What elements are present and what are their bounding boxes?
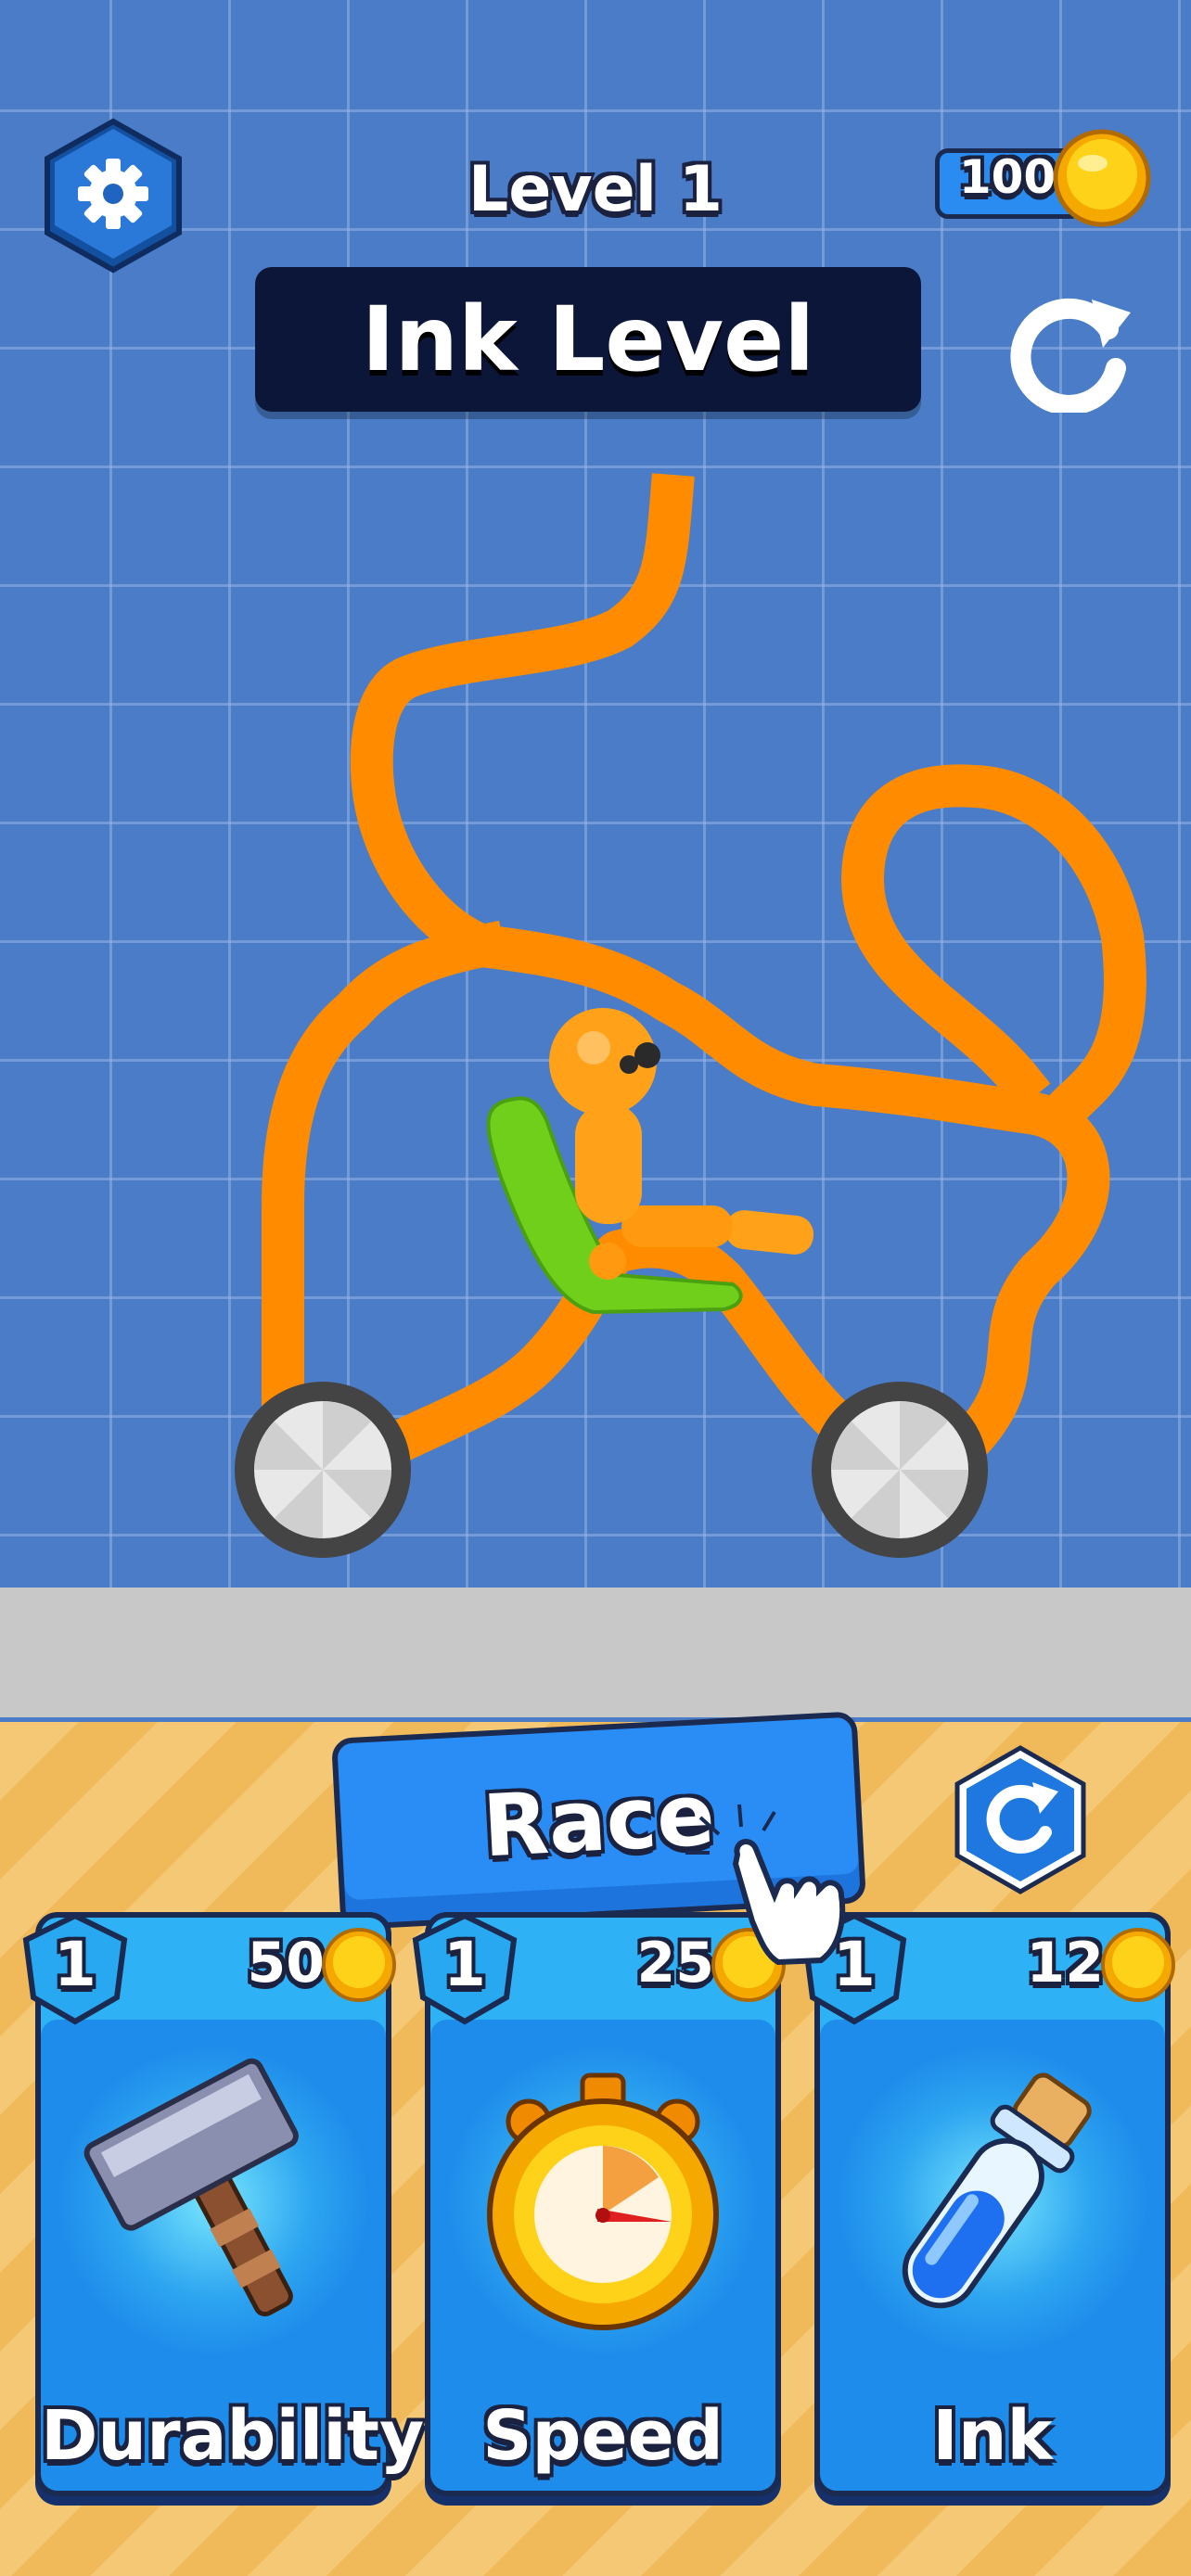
restart-hex-button[interactable] — [951, 1743, 1090, 1896]
gear-icon — [45, 118, 182, 274]
coin-icon — [1053, 129, 1151, 227]
card-price: 50 — [247, 1931, 326, 1996]
coin-icon — [1101, 1928, 1175, 2002]
hammer-icon — [83, 2058, 299, 2317]
stopwatch-icon — [487, 2072, 719, 2330]
upgrade-card-ink[interactable]: 1 12 Ink — [801, 1912, 1175, 2496]
upgrade-card-speed[interactable]: 1 25 Speed — [412, 1912, 786, 2496]
wheel-right — [812, 1382, 988, 1558]
coin-icon — [322, 1928, 396, 2002]
card-label: Durability — [41, 2396, 425, 2476]
card-price: 12 — [1026, 1931, 1105, 1996]
ink-vial-icon — [902, 2072, 1092, 2309]
card-label: Speed — [482, 2396, 724, 2476]
wheel-left — [235, 1382, 411, 1558]
tutorial-hand-icon — [685, 1804, 846, 1966]
level-label: Level 1 — [467, 153, 724, 226]
card-level: 1 — [443, 1929, 486, 2000]
card-label: Ink — [932, 2396, 1053, 2476]
upgrade-card-durability[interactable]: 1 50 Durability — [22, 1912, 425, 2496]
ink-level-panel: Ink Level — [255, 267, 921, 412]
card-level: 1 — [54, 1929, 96, 2000]
ink-level-title: Ink Level — [361, 287, 815, 391]
ground — [0, 1588, 1191, 1722]
restart-icon[interactable] — [1006, 283, 1136, 413]
settings-button[interactable] — [42, 116, 185, 275]
